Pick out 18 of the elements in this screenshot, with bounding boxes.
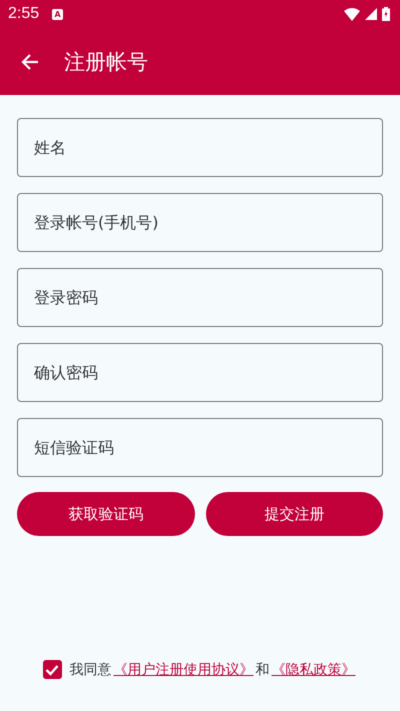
submit-button[interactable]: 提交注册 <box>206 492 383 536</box>
and-text: 和 <box>256 660 270 678</box>
agree-text: 我同意 <box>70 660 112 678</box>
status-time: 2:55 <box>8 5 40 23</box>
wifi-icon <box>344 8 360 20</box>
notification-icon: A <box>52 8 64 20</box>
agree-checkbox[interactable] <box>42 660 62 679</box>
input-field[interactable]: 登录密码 <box>17 268 383 327</box>
page-title: 注册帐号 <box>64 48 148 76</box>
privacy-link[interactable]: 《隐私政策》 <box>270 660 358 678</box>
terms-link[interactable]: 《用户注册使用协议》 <box>112 660 256 678</box>
input-field[interactable]: 短信验证码 <box>17 418 383 477</box>
signal-icon <box>365 8 377 20</box>
input-field[interactable]: 确认密码 <box>17 343 383 402</box>
get-code-button[interactable]: 获取验证码 <box>17 492 194 536</box>
battery-icon <box>382 7 390 21</box>
input-field[interactable]: 姓名 <box>17 118 383 177</box>
input-field[interactable]: 登录帐号(手机号) <box>17 193 383 252</box>
